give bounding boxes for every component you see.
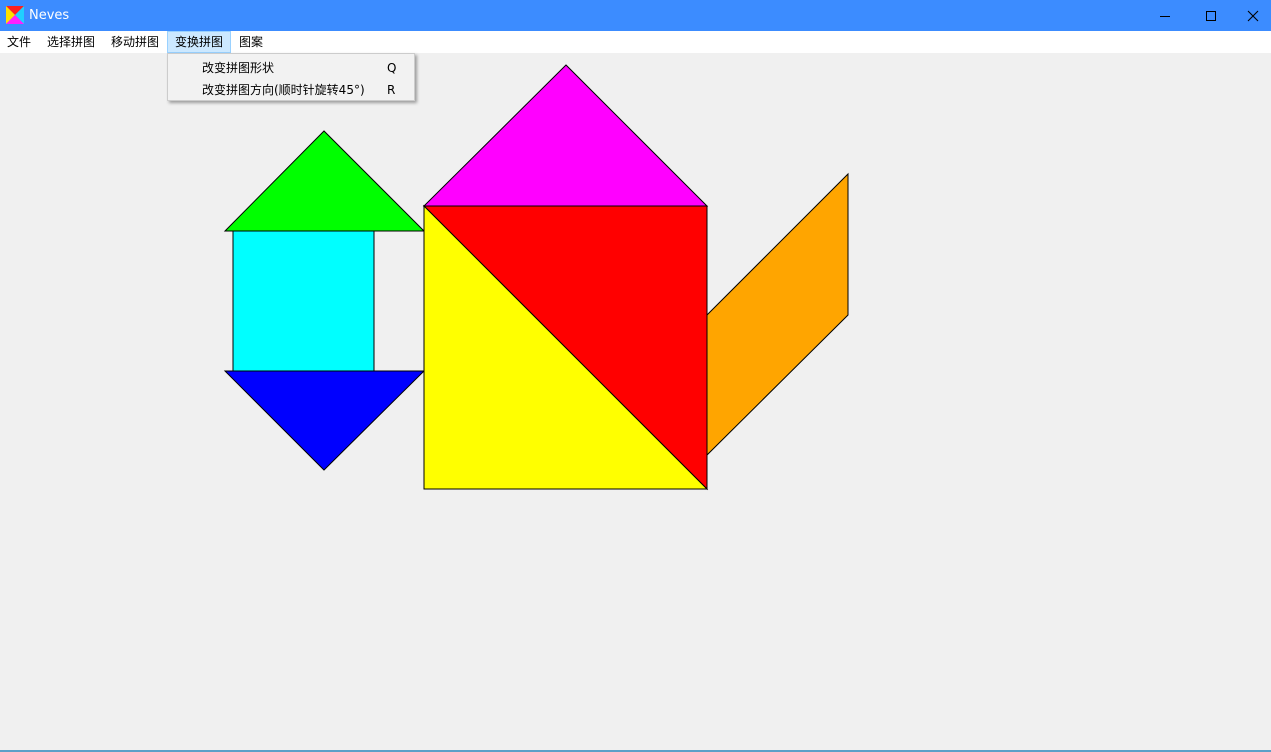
close-icon — [1247, 10, 1258, 21]
dropdown-item-shortcut: R — [387, 83, 396, 97]
tangram-app-icon — [6, 6, 24, 24]
dropdown-item-label: 改变拼图形状 — [202, 61, 275, 75]
minimize-button[interactable] — [1142, 0, 1188, 31]
maximize-icon — [1206, 10, 1216, 21]
menu-bar: 文件 选择拼图 移动拼图 变换拼图 图案 — [0, 31, 1271, 53]
dropdown-item-rotate[interactable]: 改变拼图方向(顺时针旋转45°) R — [168, 79, 414, 101]
minimize-icon — [1160, 15, 1170, 17]
transform-dropdown-menu: 改变拼图形状 Q 改变拼图方向(顺时针旋转45°) R — [167, 53, 415, 101]
dropdown-item-shortcut: Q — [387, 61, 397, 75]
dropdown-item-label: 改变拼图方向(顺时针旋转45°) — [202, 83, 365, 97]
window-title: Neves — [29, 8, 70, 23]
menu-select-piece[interactable]: 选择拼图 — [40, 31, 102, 53]
menu-pattern[interactable]: 图案 — [232, 31, 270, 53]
magenta-triangle-piece[interactable] — [422, 64, 709, 207]
menu-move-piece[interactable]: 移动拼图 — [104, 31, 166, 53]
maximize-button[interactable] — [1188, 0, 1234, 31]
blue-triangle-piece[interactable] — [223, 370, 426, 471]
tangram-canvas[interactable] — [0, 53, 1271, 750]
cyan-square-piece[interactable] — [232, 230, 375, 372]
menu-file[interactable]: 文件 — [0, 31, 38, 53]
close-button[interactable] — [1234, 0, 1271, 31]
title-bar[interactable]: Neves — [0, 0, 1271, 31]
dropdown-item-change-shape[interactable]: 改变拼图形状 Q — [168, 57, 414, 79]
menu-transform-piece[interactable]: 变换拼图 — [167, 31, 231, 53]
orange-parallelogram-piece[interactable] — [706, 172, 849, 457]
green-triangle-piece[interactable] — [223, 130, 426, 232]
app-window: Neves 文件 选择拼图 移动拼图 变换拼图 图案 改变拼图形状 Q 改变拼图… — [0, 0, 1271, 752]
